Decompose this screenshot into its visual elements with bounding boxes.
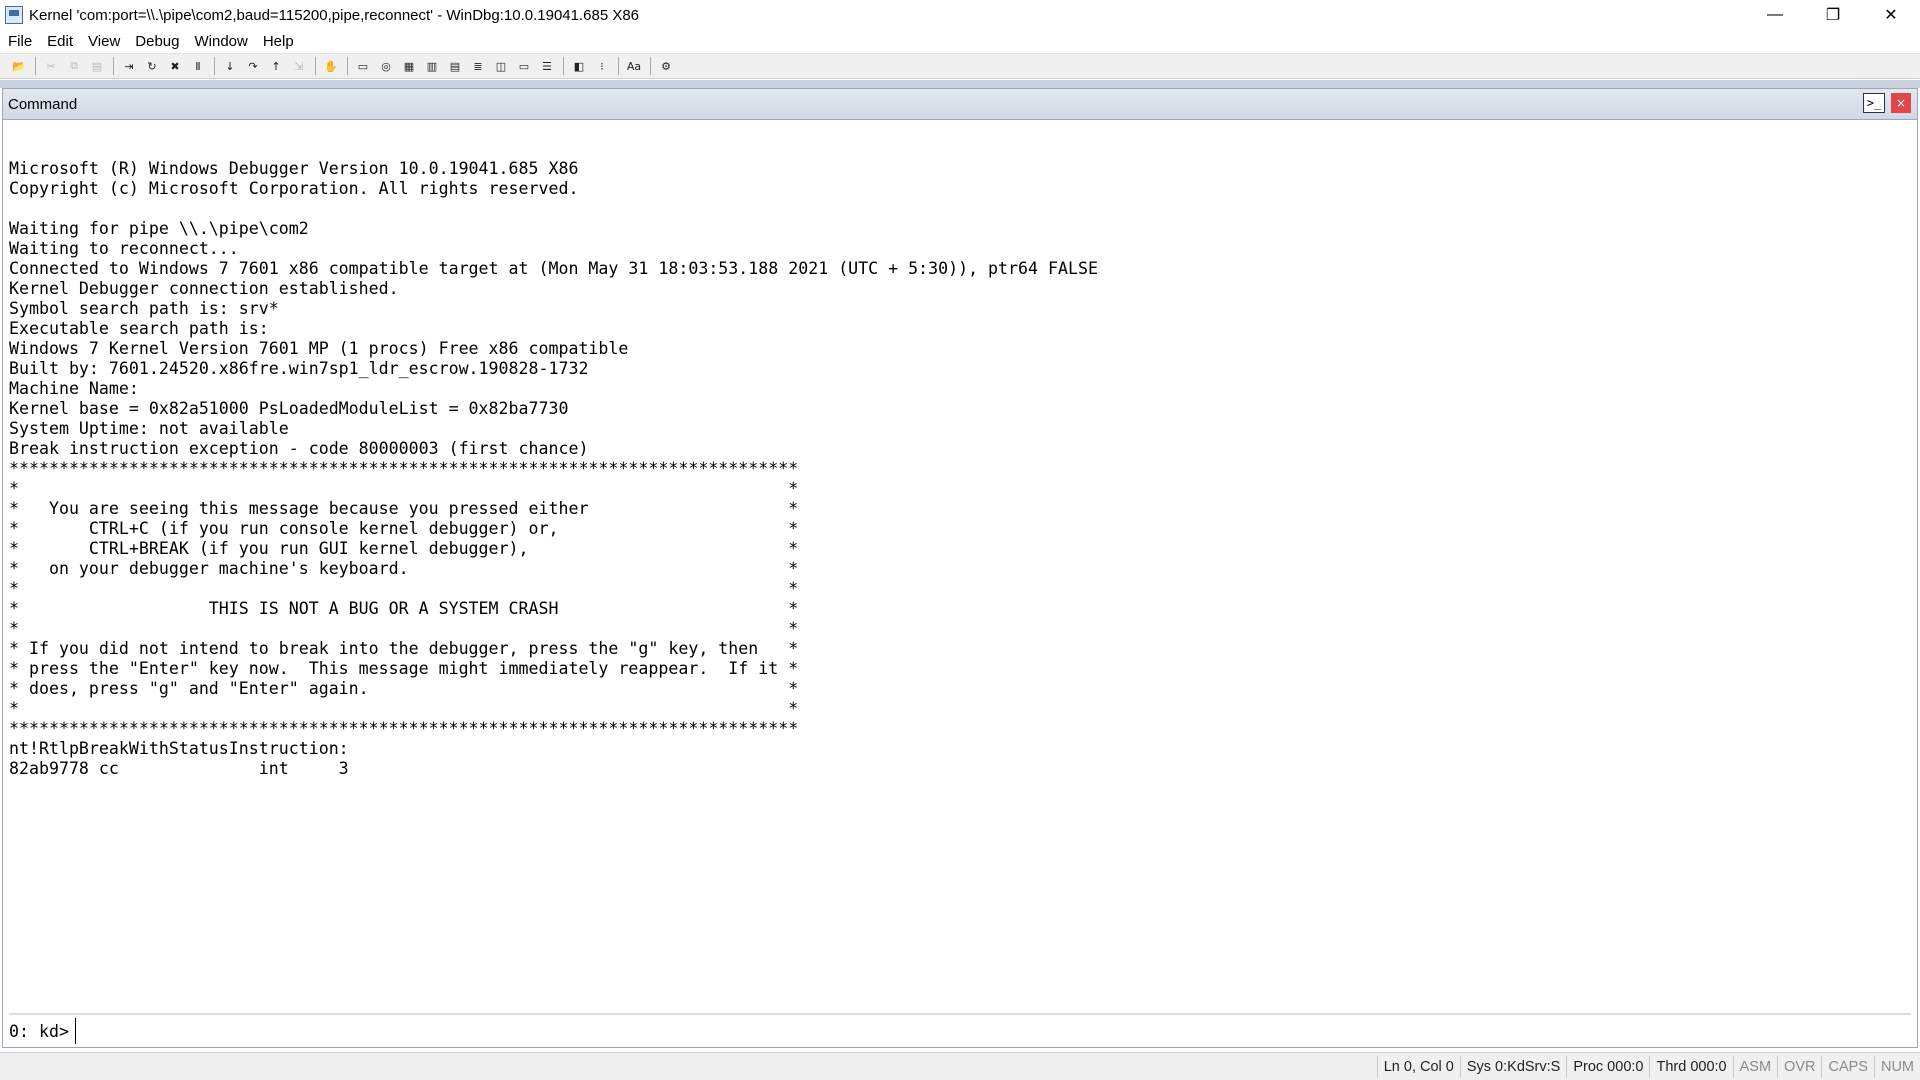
restart-icon[interactable]: ↻ <box>143 57 161 75</box>
menu-view[interactable]: View <box>80 33 127 50</box>
command-input-row: 0: kd> <box>9 1017 1911 1045</box>
menu-debug[interactable]: Debug <box>127 33 186 50</box>
processes-threads-icon[interactable]: ☰ <box>538 57 556 75</box>
breakpoint-hand-icon[interactable]: ✋ <box>322 57 340 75</box>
menu-window[interactable]: Window <box>186 33 254 50</box>
memory-window-icon[interactable]: ▤ <box>446 57 464 75</box>
call-stack-window-icon[interactable]: ≣ <box>469 57 487 75</box>
options-icon[interactable]: ⚙ <box>657 57 675 75</box>
toolbar-separator <box>113 57 114 75</box>
hex-display-icon[interactable]: ⁝ <box>593 57 611 75</box>
toolbar-separator <box>618 57 619 75</box>
status-process: Proc 000:0 <box>1566 1055 1649 1078</box>
minimize-button[interactable]: — <box>1746 0 1804 30</box>
command-window-title: Command <box>8 95 78 113</box>
restore-button[interactable]: ❐ <box>1804 0 1862 30</box>
toolbar-separator <box>35 57 36 75</box>
status-caps: CAPS <box>1821 1055 1874 1078</box>
step-over-icon[interactable]: ↷ <box>244 57 262 75</box>
status-asm: ASM <box>1732 1055 1777 1078</box>
run-to-cursor-icon[interactable]: ⇲ <box>290 57 308 75</box>
window-title: Kernel 'com:port=\\.\pipe\com2,baud=1152… <box>29 6 640 24</box>
step-out-icon[interactable]: ↑ <box>267 57 285 75</box>
menu-help[interactable]: Help <box>255 33 301 50</box>
source-mode-icon[interactable]: ◧ <box>570 57 588 75</box>
workspace-background <box>0 80 1920 88</box>
command-window-title-bar[interactable]: Command >_ × <box>3 89 1917 120</box>
disassembly-window-icon[interactable]: ◫ <box>492 57 510 75</box>
toolbar-separator <box>315 57 316 75</box>
toolbar-separator <box>650 57 651 75</box>
status-bar: Ln 0, Col 0 Sys 0:KdSrv:S Proc 000:0 Thr… <box>0 1052 1920 1080</box>
status-system: Sys 0:KdSrv:S <box>1459 1055 1566 1078</box>
scratch-pad-icon[interactable]: ▭ <box>515 57 533 75</box>
watch-window-icon[interactable]: ◎ <box>377 57 395 75</box>
command-window: Command >_ × Microsoft (R) Windows Debug… <box>2 88 1918 1048</box>
command-prompt-icon[interactable]: >_ <box>1863 93 1885 113</box>
menu-bar: File Edit View Debug Window Help <box>0 30 1920 52</box>
command-input[interactable] <box>74 1018 1911 1044</box>
toolbar-separator <box>563 57 564 75</box>
status-line-col: Ln 0, Col 0 <box>1376 1055 1460 1078</box>
command-window-close-icon[interactable]: × <box>1891 93 1911 113</box>
font-icon[interactable]: Aa <box>625 57 643 75</box>
kd-prompt: 0: kd> <box>9 1021 69 1041</box>
window-controls: — ❐ ✕ <box>1746 0 1920 30</box>
go-icon[interactable]: ⇥ <box>120 57 138 75</box>
toolbar-separator <box>347 57 348 75</box>
output-input-splitter[interactable] <box>9 1013 1911 1015</box>
cut-icon[interactable]: ✂ <box>42 57 60 75</box>
toolbar: 📂 ✂ ⧉ ▤ ⇥ ↻ ✖ Ⅱ ↓ ↷ ↑ ⇲ ✋ ▭ ◎ ▦ ▥ ▤ ≣ ◫ … <box>0 53 1920 79</box>
windbg-app-icon[interactable] <box>5 6 23 24</box>
registers-window-icon[interactable]: ▥ <box>423 57 441 75</box>
paste-icon[interactable]: ▤ <box>88 57 106 75</box>
command-output[interactable]: Microsoft (R) Windows Debugger Version 1… <box>9 139 1907 999</box>
status-thread: Thrd 000:0 <box>1649 1055 1732 1078</box>
open-folder-icon[interactable]: 📂 <box>10 57 28 75</box>
title-bar[interactable]: Kernel 'com:port=\\.\pipe\com2,baud=1152… <box>0 0 1920 30</box>
status-num: NUM <box>1873 1055 1920 1078</box>
close-button[interactable]: ✕ <box>1862 0 1920 30</box>
toolbar-separator <box>214 57 215 75</box>
menu-edit[interactable]: Edit <box>39 33 80 50</box>
step-into-icon[interactable]: ↓ <box>221 57 239 75</box>
copy-icon[interactable]: ⧉ <box>65 57 83 75</box>
stop-debugging-icon[interactable]: ✖ <box>166 57 184 75</box>
break-icon[interactable]: Ⅱ <box>189 57 207 75</box>
command-window-icon[interactable]: ▭ <box>354 57 372 75</box>
menu-file[interactable]: File <box>0 33 39 50</box>
locals-window-icon[interactable]: ▦ <box>400 57 418 75</box>
status-ovr: OVR <box>1777 1055 1821 1078</box>
